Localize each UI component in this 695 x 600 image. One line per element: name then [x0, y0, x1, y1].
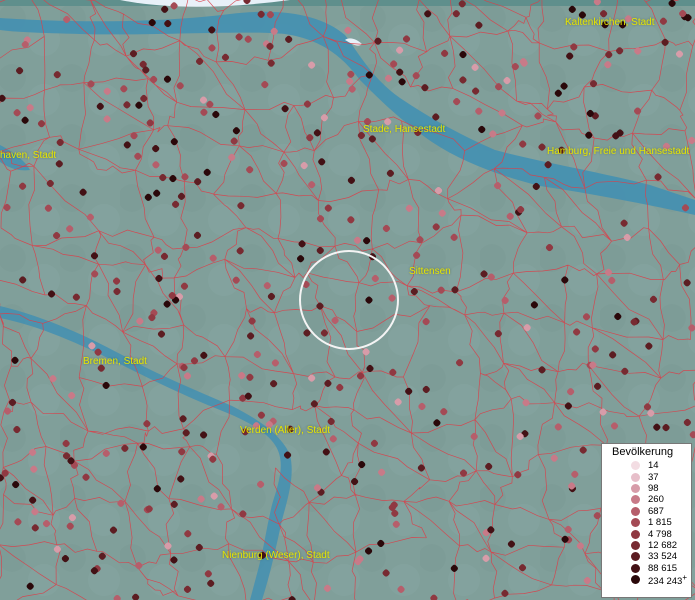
- legend-row: 37: [602, 471, 691, 483]
- legend-row: 234 243+: [602, 572, 691, 587]
- legend-value: 260: [648, 494, 664, 506]
- legend-swatch: [631, 483, 640, 493]
- legend-swatch: [631, 495, 640, 505]
- legend-swatch: [631, 540, 640, 550]
- legend-row: 1 815: [602, 517, 691, 528]
- legend-value: 37: [648, 471, 659, 483]
- legend-swatch: [631, 506, 640, 516]
- place-label-verden[interactable]: Verden (Aller), Stadt: [240, 425, 330, 436]
- legend-value: 687: [648, 505, 664, 517]
- legend-title: Bevölkerung: [612, 446, 674, 458]
- map-canvas: [0, 0, 695, 600]
- place-label-sittensen[interactable]: Sittensen: [409, 266, 451, 277]
- legend-row: 14: [602, 460, 691, 471]
- legend-value: 98: [648, 482, 659, 494]
- legend-row: 260: [602, 494, 691, 505]
- legend-row: 4 798: [602, 528, 691, 540]
- legend-row: 687: [602, 506, 691, 517]
- population-legend: Bevölkerung 14 37 98 260 687 1 815 4 798 12 682…: [601, 443, 692, 598]
- legend-value: 1 815: [648, 517, 672, 529]
- legend-swatch: [631, 472, 640, 482]
- map-view[interactable]: Kaltenkirchen, Stadt Stade, Hansestadt H…: [0, 0, 695, 600]
- place-label-nienburg[interactable]: Nienburg (Weser), Stadt: [222, 550, 330, 561]
- legend-value-suffix: +: [682, 572, 688, 582]
- legend-row: 12 682: [602, 540, 691, 551]
- legend-swatch: [631, 518, 640, 528]
- legend-swatch: [631, 529, 640, 539]
- legend-swatch: [631, 552, 640, 562]
- legend-swatch: [631, 461, 640, 471]
- legend-value: 12 682: [648, 539, 678, 551]
- legend-classes: 14 37 98 260 687 1 815 4 798 12 682 33 524 88 615…: [602, 460, 691, 587]
- legend-swatch: [631, 575, 640, 585]
- legend-value: 4 798: [648, 528, 672, 540]
- legend-value: 33 524: [648, 551, 678, 563]
- legend-value: 234 243+: [648, 572, 688, 587]
- place-label-stade[interactable]: Stade, Hansestadt: [363, 124, 445, 135]
- legend-swatch: [631, 563, 640, 573]
- place-label-kaltenkirchen[interactable]: Kaltenkirchen, Stadt: [565, 17, 655, 28]
- place-label-bremerhaven[interactable]: haven, Stadt: [0, 150, 56, 161]
- legend-row: 33 524: [602, 551, 691, 562]
- place-label-bremen[interactable]: Bremen, Stadt: [83, 356, 147, 367]
- place-label-hamburg[interactable]: Hamburg, Freie und Hansestadt: [547, 146, 689, 157]
- legend-row: 98: [602, 483, 691, 494]
- legend-value: 14: [648, 460, 659, 472]
